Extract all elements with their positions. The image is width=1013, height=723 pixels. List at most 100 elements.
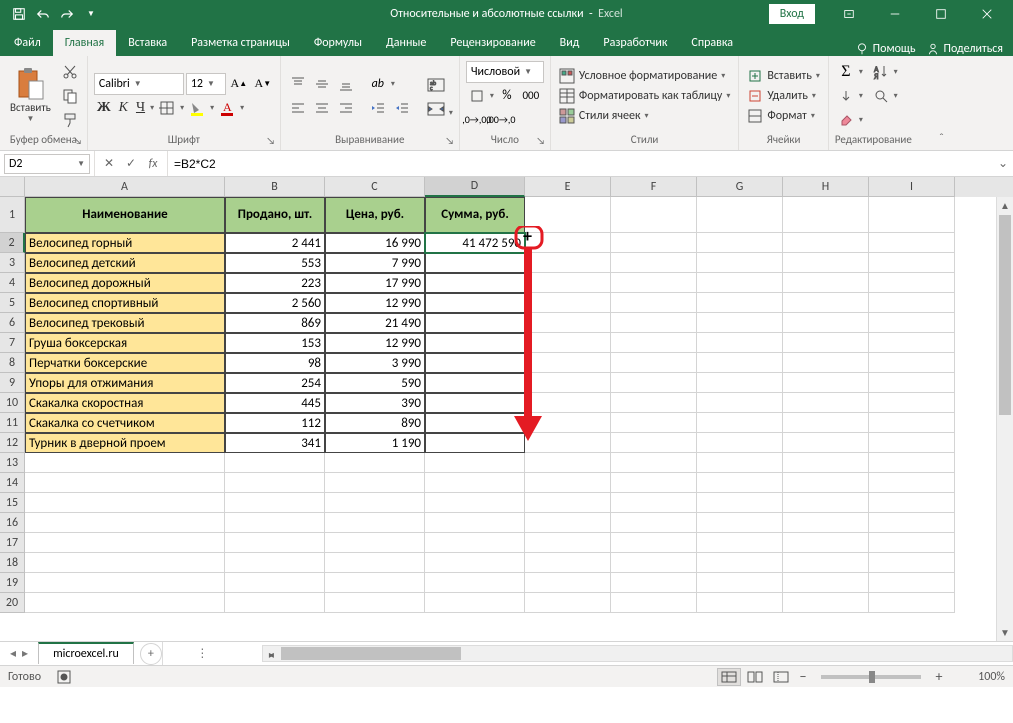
conditional-format-button[interactable]: Условное форматирование▾ <box>557 67 733 85</box>
cell[interactable] <box>25 473 225 493</box>
cell[interactable] <box>325 533 425 553</box>
row-header[interactable]: 17 <box>0 533 25 553</box>
insert-function-icon[interactable]: fx <box>143 154 163 174</box>
cell[interactable] <box>425 273 525 293</box>
paste-button[interactable]: Вставить ▼ <box>6 65 55 126</box>
cell[interactable] <box>611 533 697 553</box>
qat-customize-icon[interactable]: ▼ <box>80 3 102 25</box>
cell[interactable] <box>697 353 783 373</box>
tab-file[interactable]: Файл <box>2 30 53 56</box>
horizontal-scrollbar[interactable]: ◂ ▸ <box>262 645 1013 662</box>
cell[interactable]: Велосипед трековый <box>25 313 225 333</box>
number-format-combo[interactable]: Числовой▼ <box>466 61 544 83</box>
cell[interactable] <box>783 197 869 233</box>
merge-cells-icon[interactable] <box>423 98 449 120</box>
cell[interactable]: 223 <box>225 273 325 293</box>
cell[interactable] <box>225 453 325 473</box>
font-size-combo[interactable]: 12▼ <box>186 73 226 95</box>
cell[interactable] <box>869 473 955 493</box>
cell[interactable]: 2 441 <box>225 233 325 253</box>
align-right-icon[interactable] <box>335 97 357 119</box>
cell[interactable] <box>869 273 955 293</box>
cell[interactable] <box>525 373 611 393</box>
row-header[interactable]: 9 <box>0 373 25 393</box>
cancel-formula-icon[interactable]: ✕ <box>99 154 119 174</box>
row-header[interactable]: 7 <box>0 333 25 353</box>
cell[interactable]: Скакалка скоростная <box>25 393 225 413</box>
font-name-combo[interactable]: Calibri▼ <box>94 73 184 95</box>
cell[interactable] <box>425 413 525 433</box>
cell[interactable]: Турник в дверной проем <box>25 433 225 453</box>
cell[interactable] <box>697 573 783 593</box>
cell[interactable] <box>525 473 611 493</box>
cell[interactable] <box>525 413 611 433</box>
align-bottom-icon[interactable] <box>335 73 357 95</box>
cell[interactable] <box>869 233 955 253</box>
cell[interactable] <box>425 593 525 613</box>
increase-indent-icon[interactable] <box>391 97 413 119</box>
cell[interactable] <box>225 573 325 593</box>
cell[interactable]: Груша боксерская <box>25 333 225 353</box>
cell[interactable] <box>697 593 783 613</box>
collapse-ribbon-icon[interactable]: ˆ <box>918 56 948 150</box>
cell[interactable] <box>425 353 525 373</box>
hscroll-thumb[interactable] <box>281 647 461 660</box>
tell-me-button[interactable]: Помощь <box>855 42 916 56</box>
decrease-font-icon[interactable]: A▼ <box>252 73 274 95</box>
cell[interactable] <box>869 513 955 533</box>
column-header[interactable]: E <box>525 177 611 197</box>
cell[interactable]: Велосипед детский <box>25 253 225 273</box>
cell[interactable]: 41 472 590 <box>425 233 525 253</box>
cell[interactable]: 16 990 <box>325 233 425 253</box>
scroll-up-icon[interactable]: ▲ <box>997 197 1013 214</box>
cell[interactable] <box>525 313 611 333</box>
cell[interactable]: Перчатки боксерские <box>25 353 225 373</box>
column-header[interactable]: A <box>25 177 225 197</box>
cell[interactable] <box>611 393 697 413</box>
cell[interactable] <box>783 373 869 393</box>
cell[interactable] <box>783 393 869 413</box>
zoom-out-button[interactable]: − <box>795 668 811 685</box>
cell[interactable] <box>325 553 425 573</box>
formula-input[interactable] <box>168 154 993 174</box>
cell[interactable] <box>869 333 955 353</box>
close-icon[interactable] <box>965 0 1009 28</box>
cell[interactable]: 869 <box>225 313 325 333</box>
name-box[interactable]: D2▼ <box>4 154 90 174</box>
sheet-split-handle[interactable]: ⋮ <box>162 642 242 665</box>
cell[interactable] <box>611 253 697 273</box>
cell[interactable] <box>525 593 611 613</box>
zoom-slider[interactable] <box>821 675 921 679</box>
cell[interactable] <box>697 253 783 273</box>
worksheet-grid[interactable]: ABCDEFGHI 1НаименованиеПродано, шт.Цена,… <box>0 177 1013 641</box>
cell[interactable] <box>425 513 525 533</box>
tab-view[interactable]: Вид <box>548 30 592 56</box>
cell[interactable] <box>611 453 697 473</box>
cell[interactable] <box>697 493 783 513</box>
cell[interactable] <box>25 493 225 513</box>
cell[interactable] <box>25 553 225 573</box>
fill-color-icon[interactable] <box>186 97 208 119</box>
column-header[interactable]: C <box>325 177 425 197</box>
cell[interactable]: 7 990 <box>325 253 425 273</box>
minimize-icon[interactable] <box>873 0 917 28</box>
sheet-tab[interactable]: microexcel.ru <box>38 642 134 664</box>
cell[interactable] <box>697 293 783 313</box>
cell[interactable]: Велосипед горный <box>25 233 225 253</box>
zoom-in-button[interactable]: + <box>931 668 947 685</box>
tab-formulas[interactable]: Формулы <box>302 30 374 56</box>
cell[interactable]: Упоры для отжимания <box>25 373 225 393</box>
row-header[interactable]: 13 <box>0 453 25 473</box>
cell[interactable]: 21 490 <box>325 313 425 333</box>
cell[interactable] <box>869 373 955 393</box>
delete-cells-button[interactable]: Удалить ▾ <box>745 87 822 105</box>
cell[interactable] <box>525 553 611 573</box>
tab-page-layout[interactable]: Разметка страницы <box>179 30 302 56</box>
cell[interactable] <box>869 433 955 453</box>
cell[interactable] <box>783 473 869 493</box>
align-left-icon[interactable] <box>287 97 309 119</box>
cell[interactable] <box>783 453 869 473</box>
cell[interactable] <box>525 393 611 413</box>
column-header[interactable]: F <box>611 177 697 197</box>
cell[interactable] <box>869 313 955 333</box>
